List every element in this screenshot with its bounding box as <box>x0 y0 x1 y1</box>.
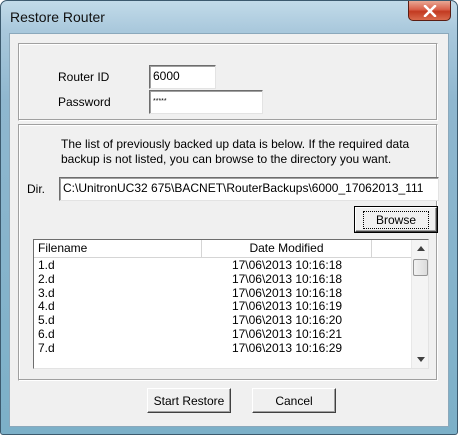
row-date: 17\06\2013 10:16:18 <box>231 271 343 286</box>
row-filename: 7.d <box>38 340 55 355</box>
row-filename: 5.d <box>38 313 55 328</box>
list-row[interactable]: 3.d 17\06\2013 10:16:18 <box>34 285 412 301</box>
list-rows: 1.d 17\06\2013 10:16:18 2.d 17\06\2013 10:… <box>34 258 412 356</box>
row-date: 17\06\2013 10:16:29 <box>231 340 343 355</box>
scroll-thumb[interactable] <box>413 259 428 276</box>
row-filename: 4.d <box>38 299 55 314</box>
row-date: 17\06\2013 10:16:21 <box>231 326 343 341</box>
row-filename: 6.d <box>38 326 55 341</box>
scroll-up-arrow-icon <box>416 246 425 251</box>
dir-field[interactable]: C:\UnitronUC32 675\BACNET\RouterBackups\… <box>59 177 439 201</box>
router-id-label: Router ID <box>58 70 110 84</box>
list-row[interactable]: 6.d 17\06\2013 10:16:21 <box>34 326 412 342</box>
list-row[interactable]: 1.d 17\06\2013 10:16:18 <box>34 258 412 273</box>
close-icon <box>423 4 436 17</box>
list-header: Filename Date Modified <box>34 240 412 258</box>
row-date: 17\06\2013 10:16:18 <box>231 258 343 272</box>
row-date: 17\06\2013 10:16:20 <box>231 313 343 328</box>
password-label: Password <box>58 95 111 109</box>
scroll-down-button[interactable] <box>412 351 428 368</box>
info-text: The list of previously backed up data is… <box>61 137 410 166</box>
start-restore-button[interactable]: Start Restore <box>147 388 231 413</box>
column-header-filename[interactable]: Filename <box>34 240 202 258</box>
list-row[interactable]: 2.d 17\06\2013 10:16:18 <box>34 271 412 287</box>
router-id-field[interactable]: 6000 <box>149 65 216 89</box>
window-title: Restore Router <box>10 9 105 25</box>
list-row[interactable]: 7.d 17\06\2013 10:16:29 <box>34 340 412 356</box>
dialog-body: Router ID 6000 Password ***** The list o… <box>9 33 449 427</box>
row-filename: 2.d <box>38 271 55 286</box>
row-date: 17\06\2013 10:16:19 <box>231 299 343 314</box>
close-button[interactable] <box>408 1 451 21</box>
column-header-spacer <box>372 240 412 258</box>
row-filename: 3.d <box>38 285 55 300</box>
scroll-down-arrow-icon <box>416 357 425 362</box>
browse-button-label: Browse <box>362 210 429 229</box>
restore-router-window: Restore Router Router ID 6000 Password *… <box>0 0 458 435</box>
title-bar[interactable]: Restore Router <box>1 1 457 33</box>
scroll-up-button[interactable] <box>412 240 428 257</box>
dir-label: Dir. <box>27 182 45 196</box>
cancel-button[interactable]: Cancel <box>252 388 336 413</box>
list-row[interactable]: 4.d 17\06\2013 10:16:19 <box>34 300 412 314</box>
column-header-date-modified[interactable]: Date Modified <box>202 240 372 258</box>
backup-file-list[interactable]: Filename Date Modified 1.d 17\06\2013 10:… <box>33 239 429 369</box>
browse-button[interactable]: Browse <box>354 206 438 233</box>
row-date: 17\06\2013 10:16:18 <box>231 285 343 300</box>
vertical-scrollbar[interactable] <box>411 240 428 368</box>
row-filename: 1.d <box>38 258 55 272</box>
list-row[interactable]: 5.d 17\06\2013 10:16:20 <box>34 313 412 328</box>
password-field[interactable]: ***** <box>149 90 263 114</box>
